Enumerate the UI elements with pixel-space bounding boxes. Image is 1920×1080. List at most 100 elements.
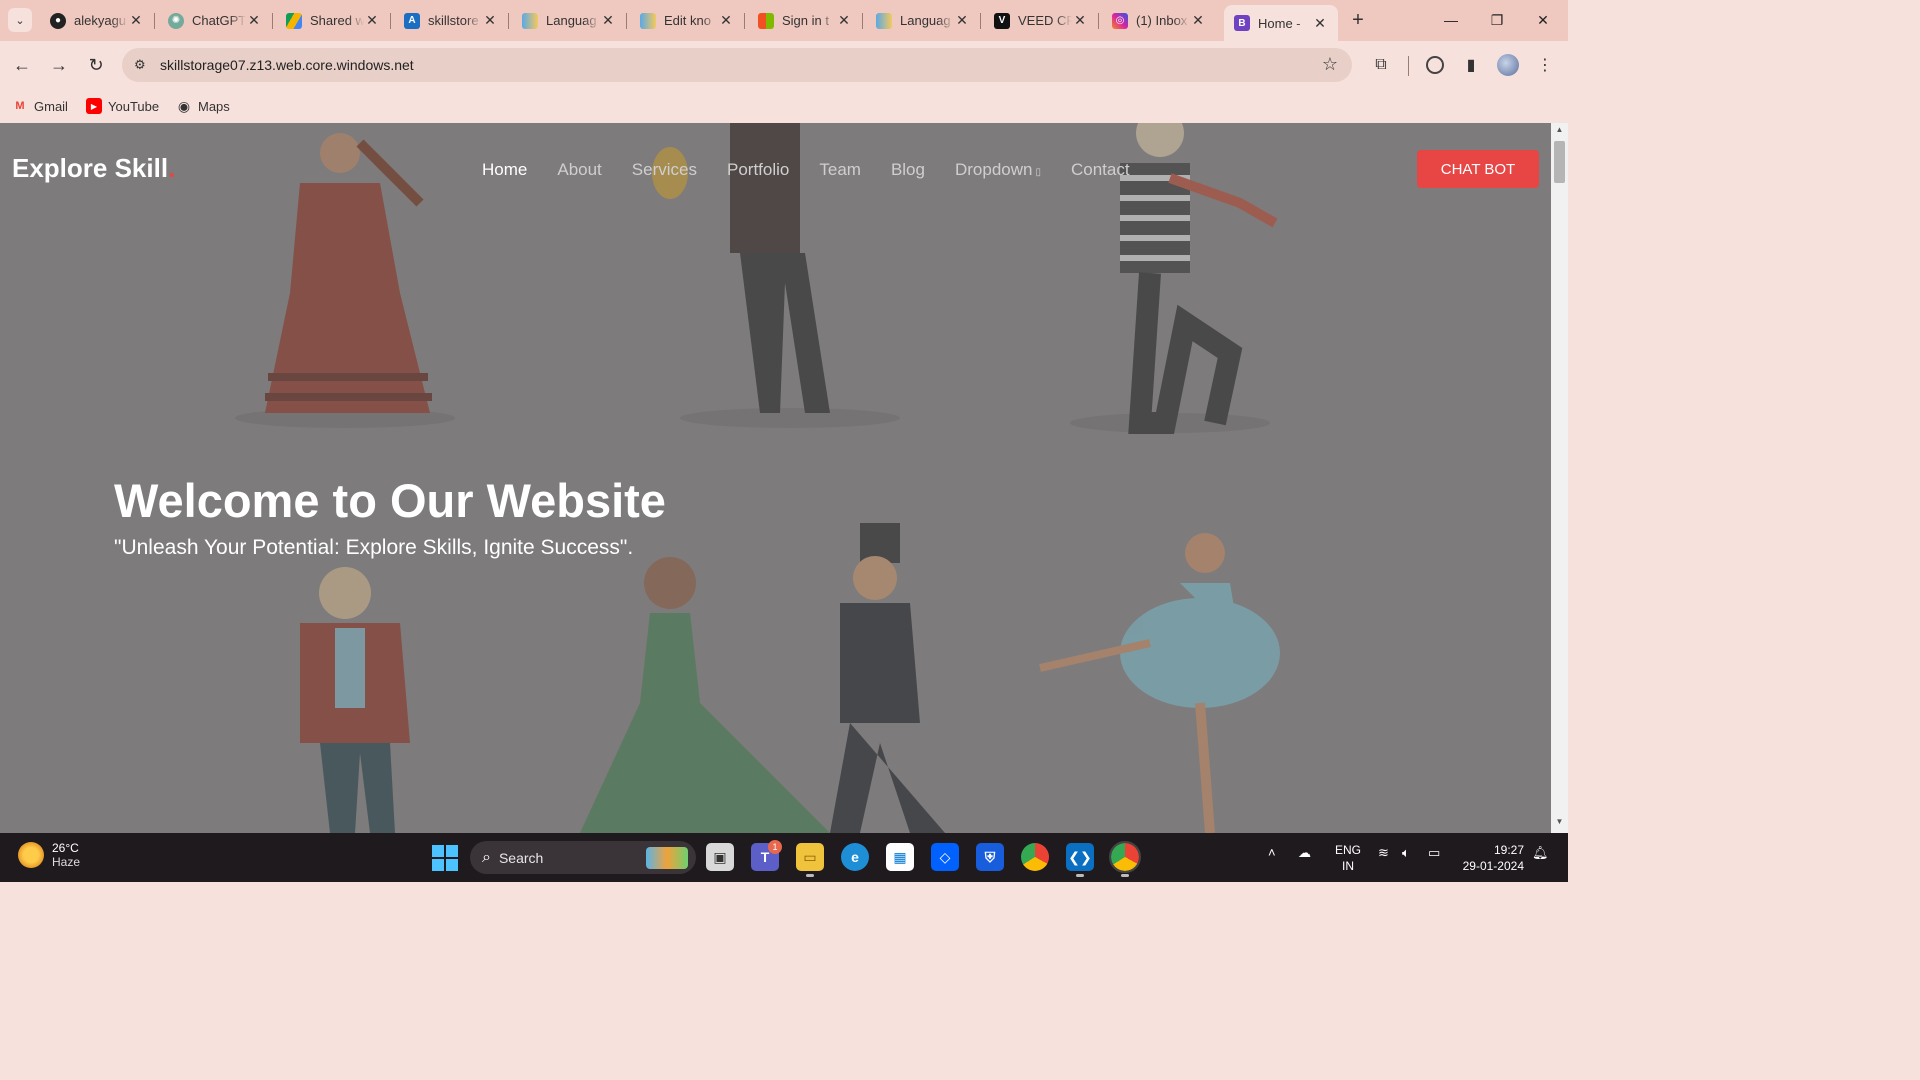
file-explorer-icon[interactable]: ▭ — [796, 843, 824, 877]
bookmark-maps[interactable]: ◉ Maps — [176, 95, 230, 117]
teams-notification-badge: 1 — [768, 840, 782, 854]
scroll-up-arrow[interactable]: ▲ — [1551, 125, 1568, 139]
dropbox-icon[interactable]: ◇ — [931, 843, 959, 871]
tab-sign-in[interactable]: Sign in t ✕ — [748, 5, 863, 36]
clock-time: 19:27 — [1493, 843, 1524, 857]
globe-icon: ◉ — [177, 97, 191, 114]
tab-chatgpt[interactable]: ✺ ChatGPT ✕ — [158, 5, 273, 36]
nav-team[interactable]: Team — [819, 160, 861, 180]
veed-icon: V — [994, 12, 1010, 29]
page-scrollbar[interactable]: ▲ ▼ — [1551, 123, 1568, 833]
tab-title: (1) Inbox — [1136, 13, 1188, 28]
forward-button[interactable]: → — [45, 51, 73, 79]
chat-bot-button[interactable]: CHAT BOT — [1417, 150, 1539, 188]
start-button[interactable] — [432, 845, 458, 871]
volume-icon[interactable]: 🔈︎ — [1402, 845, 1410, 861]
site-logo[interactable]: Explore Skill. — [12, 153, 175, 184]
menu-icon[interactable]: ⋮ — [1533, 53, 1557, 77]
address-bar[interactable]: ⚙ skillstorage07.z13.web.core.windows.ne… — [122, 48, 1352, 82]
nav-services[interactable]: Services — [632, 160, 697, 180]
close-icon[interactable]: ✕ — [1190, 12, 1206, 29]
site-header: Explore Skill. Home About Services Portf… — [0, 123, 1551, 213]
close-icon[interactable]: ✕ — [364, 12, 380, 29]
performance-icon[interactable] — [1423, 53, 1447, 77]
minimize-button[interactable]: — — [1428, 6, 1474, 34]
close-icon[interactable]: ✕ — [836, 12, 852, 29]
close-window-button[interactable]: ✕ — [1520, 6, 1566, 34]
tab-home-active[interactable]: B Home - ✕ — [1224, 5, 1338, 41]
lang-code: ENG — [1335, 843, 1362, 857]
profile-avatar[interactable] — [1496, 53, 1520, 77]
onedrive-icon[interactable]: ☁ — [1298, 845, 1311, 861]
tab-language-1[interactable]: Languag ✕ — [512, 5, 627, 36]
clock[interactable]: 19:27 29-01-2024 — [1460, 842, 1524, 874]
lang-region: IN — [1342, 859, 1354, 873]
bookmarks-bar: M Gmail ▶ YouTube ◉ Maps — [0, 89, 1568, 123]
new-tab-button[interactable]: + — [1346, 8, 1370, 32]
tab-edit-knowledge[interactable]: Edit kno ✕ — [630, 5, 745, 36]
tab-veed[interactable]: V VEED CR ✕ — [984, 5, 1099, 36]
extensions-icon[interactable]: ⧉ — [1369, 53, 1393, 77]
close-icon[interactable]: ✕ — [718, 12, 734, 29]
instagram-icon: ◎ — [1112, 12, 1128, 29]
scroll-down-arrow[interactable]: ▼ — [1551, 817, 1568, 831]
nav-about[interactable]: About — [557, 160, 601, 180]
url-text[interactable]: skillstorage07.z13.web.core.windows.net — [160, 57, 414, 73]
back-button[interactable]: ← — [8, 51, 36, 79]
azure-cloud-icon — [876, 12, 892, 29]
google-drive-icon — [286, 12, 302, 29]
tab-google-drive[interactable]: Shared w ✕ — [276, 5, 391, 36]
close-icon[interactable]: ✕ — [954, 12, 970, 29]
store-icon[interactable]: ▦ — [886, 843, 914, 871]
bookmark-star-icon[interactable]: ☆ — [1322, 54, 1338, 75]
vscode-icon[interactable]: ❮❯ — [1066, 843, 1094, 877]
restore-button[interactable]: ❐ — [1474, 6, 1520, 34]
youtube-icon: ▶ — [86, 98, 102, 114]
close-icon[interactable]: ✕ — [1072, 12, 1088, 29]
tab-azure-storage[interactable]: A skillstore ✕ — [394, 5, 509, 36]
chevron-up-icon[interactable]: ˄ — [1268, 845, 1276, 860]
battery-icon[interactable]: ▭ — [1428, 845, 1440, 861]
tab-instagram[interactable]: ◎ (1) Inbox ✕ — [1102, 5, 1216, 36]
hero-subtitle: "Unleash Your Potential: Explore Skills,… — [114, 536, 634, 559]
nav-portfolio[interactable]: Portfolio — [727, 160, 789, 180]
edge-icon[interactable]: e — [841, 843, 869, 871]
close-icon[interactable]: ✕ — [128, 12, 144, 29]
taskbar-search[interactable]: ⌕ Search — [470, 841, 696, 874]
notification-bell-icon[interactable]: 🔔︎ — [1532, 845, 1549, 861]
tab-title: Languag — [900, 13, 951, 28]
weather-temp: 26°C — [52, 841, 79, 855]
site-info-icon[interactable]: ⚙ — [134, 57, 154, 73]
wifi-icon[interactable]: ≋ — [1378, 845, 1389, 861]
task-view-icon[interactable]: ▣ — [706, 843, 734, 871]
chrome-icon[interactable] — [1021, 843, 1049, 871]
side-panel-icon[interactable]: ▮ — [1459, 53, 1483, 77]
nav-home[interactable]: Home — [482, 160, 527, 180]
main-nav: Home About Services Portfolio Team Blog … — [482, 160, 1160, 180]
tab-search-button[interactable]: ⌄ — [8, 8, 32, 32]
search-highlight-image — [646, 847, 688, 869]
azure-cloud-icon — [640, 12, 656, 29]
nav-dropdown[interactable]: Dropdown ▯ — [955, 160, 1041, 180]
clock-date: 29-01-2024 — [1462, 859, 1524, 873]
bookmark-youtube[interactable]: ▶ YouTube — [86, 95, 159, 117]
scroll-thumb[interactable] — [1554, 141, 1565, 183]
tab-github[interactable]: ● alekyagu ✕ — [40, 5, 155, 36]
close-icon[interactable]: ✕ — [482, 12, 498, 29]
hero-title: Welcome to Our Website — [114, 474, 666, 527]
close-icon[interactable]: ✕ — [1312, 15, 1328, 32]
tab-title: Languag — [546, 13, 597, 28]
bitwarden-icon[interactable]: ⛨ — [976, 843, 1004, 871]
close-icon[interactable]: ✕ — [246, 12, 262, 29]
nav-contact[interactable]: Contact — [1071, 160, 1130, 180]
tab-title: Edit kno — [664, 13, 711, 28]
weather-widget[interactable]: 26°C Haze — [18, 841, 80, 869]
language-indicator[interactable]: ENG IN — [1335, 842, 1361, 874]
nav-blog[interactable]: Blog — [891, 160, 925, 180]
close-icon[interactable]: ✕ — [600, 12, 616, 29]
bookmark-label: Maps — [198, 98, 230, 114]
reload-button[interactable]: ↻ — [82, 51, 110, 79]
bookmark-gmail[interactable]: M Gmail — [12, 95, 68, 117]
tab-language-2[interactable]: Languag ✕ — [866, 5, 981, 36]
chrome-profile-icon[interactable] — [1109, 841, 1141, 877]
